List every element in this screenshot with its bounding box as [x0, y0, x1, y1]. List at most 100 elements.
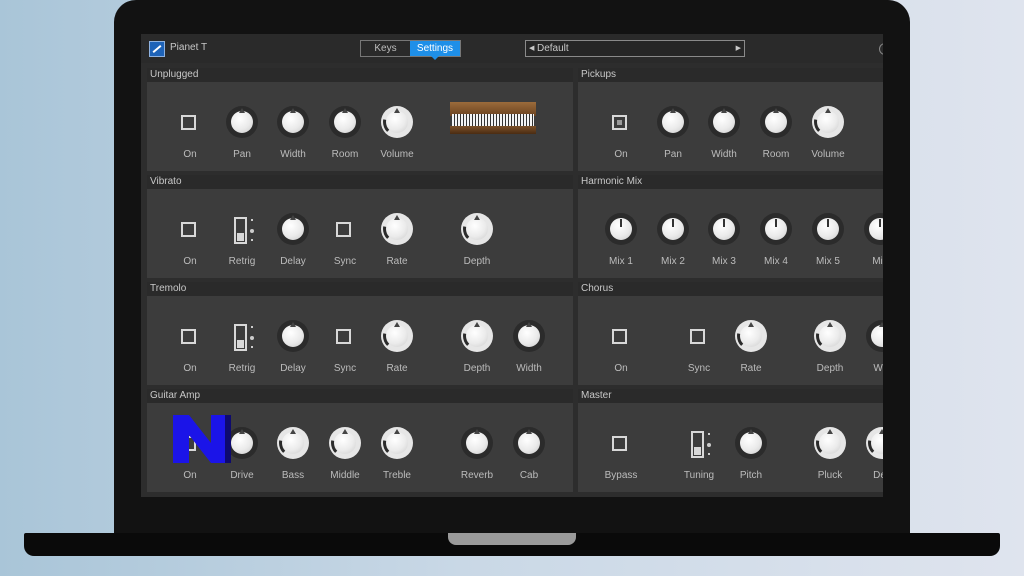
- on-checkbox[interactable]: [181, 115, 196, 130]
- panel-pickups: Pickups On Pan Width Room Volume: [578, 68, 883, 171]
- preset-prev-icon[interactable]: ◀: [529, 41, 534, 56]
- app-logo-icon: [149, 41, 165, 57]
- preset-next-icon[interactable]: ▶: [736, 41, 741, 56]
- mix-4-knob[interactable]: [760, 213, 792, 245]
- sync-checkbox[interactable]: [336, 329, 351, 344]
- harmonic-mix-mix-1-control: Mix 1: [597, 212, 645, 268]
- sync-checkbox[interactable]: [690, 329, 705, 344]
- guitar-amp-bass-control: Bass: [269, 426, 317, 482]
- on-checkbox[interactable]: [612, 329, 627, 344]
- panel-vibrato: Vibrato On Retrig Delay Sync Rate Depth: [147, 175, 573, 278]
- mix-1-knob[interactable]: [605, 213, 637, 245]
- on-checkbox[interactable]: [181, 329, 196, 344]
- sync-checkbox[interactable]: [336, 222, 351, 237]
- control-label: Reverb: [460, 470, 494, 481]
- power-icon[interactable]: [879, 43, 883, 55]
- room-knob[interactable]: [760, 106, 792, 138]
- control-label: Pitch: [739, 470, 763, 481]
- control-label: Width: [516, 363, 542, 374]
- bypass-checkbox[interactable]: [612, 436, 627, 451]
- control-label: Mix 4: [764, 256, 788, 267]
- control-label: On: [183, 470, 197, 481]
- bass-knob[interactable]: [277, 427, 309, 459]
- pan-knob[interactable]: [226, 106, 258, 138]
- control-label: Sync: [687, 363, 711, 374]
- control-label: Bass: [281, 470, 305, 481]
- depth-knob[interactable]: [814, 320, 846, 352]
- cab-knob[interactable]: [513, 427, 545, 459]
- toggle-marks-icon: [250, 324, 255, 351]
- unplugged-width-control: Width: [269, 105, 317, 161]
- chorus-sync-control: Sync: [675, 319, 723, 375]
- width-knob[interactable]: [708, 106, 740, 138]
- control-label: Depth: [463, 256, 491, 267]
- top-bar: Pianet T Keys Settings ◀ Default ▶: [141, 34, 883, 63]
- panel-title: Vibrato: [150, 176, 182, 187]
- depth-knob[interactable]: [461, 213, 493, 245]
- harmonic-mix-mix-2-control: Mix 2: [649, 212, 697, 268]
- control-label: Room: [762, 149, 790, 160]
- volume-knob[interactable]: [381, 106, 413, 138]
- delay-knob[interactable]: [277, 213, 309, 245]
- rate-knob[interactable]: [735, 320, 767, 352]
- control-label: Depth: [816, 363, 844, 374]
- on-checkbox[interactable]: [181, 222, 196, 237]
- tremolo-sync-control: Sync: [321, 319, 369, 375]
- on-checkbox[interactable]: [612, 115, 627, 130]
- pan-knob[interactable]: [657, 106, 689, 138]
- mix-3-knob[interactable]: [708, 213, 740, 245]
- treble-knob[interactable]: [381, 427, 413, 459]
- mix-knob[interactable]: [864, 213, 883, 245]
- pluck-knob[interactable]: [814, 427, 846, 459]
- preset-selector[interactable]: ◀ Default ▶: [525, 40, 745, 57]
- control-label: Volume: [380, 149, 414, 160]
- depth-knob[interactable]: [461, 320, 493, 352]
- retrig-toggle[interactable]: [234, 217, 247, 244]
- pickups-width-control: Width: [700, 105, 748, 161]
- control-label: Width: [711, 149, 737, 160]
- middle-knob[interactable]: [329, 427, 361, 459]
- tremolo-delay-control: Delay: [269, 319, 317, 375]
- tab-settings[interactable]: Settings: [410, 41, 460, 60]
- view-tabs: Keys Settings: [360, 40, 461, 60]
- panel-unplugged: Unplugged On Pan Width Room Volume: [147, 68, 573, 171]
- control-label: Sync: [333, 363, 357, 374]
- pickups-volume-control: Volume: [804, 105, 852, 161]
- guitar-amp-treble-control: Treble: [373, 426, 421, 482]
- control-label: Wid: [873, 363, 883, 374]
- control-label: Mix 5: [816, 256, 840, 267]
- vibrato-depth-control: Depth: [453, 212, 501, 268]
- control-label: Volume: [811, 149, 845, 160]
- tuning-toggle[interactable]: [691, 431, 704, 458]
- tab-keys[interactable]: Keys: [361, 41, 410, 56]
- volume-knob[interactable]: [812, 106, 844, 138]
- tremolo-rate-control: Rate: [373, 319, 421, 375]
- guitar-amp-reverb-control: Reverb: [453, 426, 501, 482]
- mix-5-knob[interactable]: [812, 213, 844, 245]
- panel-title: Master: [581, 390, 612, 401]
- control-label: Tuning: [683, 470, 715, 481]
- panel-tremolo: Tremolo On Retrig Delay Sync Rate Depth Width: [147, 282, 573, 385]
- dec-knob[interactable]: [866, 427, 883, 459]
- retrig-toggle[interactable]: [234, 324, 247, 351]
- harmonic-mix-mix-5-control: Mix 5: [804, 212, 852, 268]
- mix-2-knob[interactable]: [657, 213, 689, 245]
- wid-knob[interactable]: [866, 320, 883, 352]
- width-knob[interactable]: [513, 320, 545, 352]
- control-label: Bypass: [604, 470, 638, 481]
- harmonic-mix-mix-3-control: Mix 3: [700, 212, 748, 268]
- width-knob[interactable]: [277, 106, 309, 138]
- rate-knob[interactable]: [381, 213, 413, 245]
- reverb-knob[interactable]: [461, 427, 493, 459]
- room-knob[interactable]: [329, 106, 361, 138]
- control-label: On: [183, 149, 197, 160]
- control-label: Cab: [519, 470, 539, 481]
- pitch-knob[interactable]: [735, 427, 767, 459]
- panel-title: Chorus: [581, 283, 614, 294]
- control-label: Treble: [383, 470, 411, 481]
- control-label: On: [614, 363, 628, 374]
- tremolo-retrig-control: Retrig: [218, 319, 266, 375]
- control-label: Delay: [280, 363, 306, 374]
- rate-knob[interactable]: [381, 320, 413, 352]
- delay-knob[interactable]: [277, 320, 309, 352]
